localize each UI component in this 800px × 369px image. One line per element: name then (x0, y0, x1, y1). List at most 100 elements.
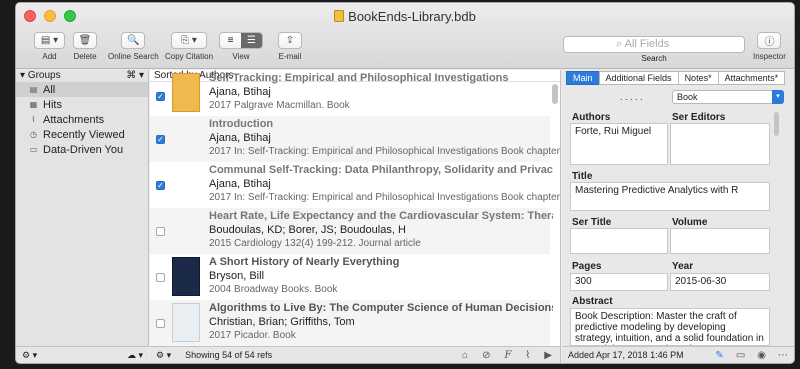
ser-title-field[interactable] (570, 228, 668, 254)
window-title-text: BookEnds-Library.bdb (348, 9, 476, 24)
note-icon[interactable]: ▭ (736, 350, 745, 361)
delete-toolbar-item: 🗑 Delete (73, 32, 97, 61)
format-icon[interactable]: F (504, 350, 511, 361)
search-input[interactable]: ⌕ All Fields (563, 36, 745, 53)
book-cover-thumbnail (172, 303, 200, 342)
sidebar-item-label: All (43, 83, 56, 96)
row-source: 2017 Picador. Book (209, 330, 296, 341)
copy-citation-label: Copy Citation (165, 52, 214, 61)
added-date: Added Apr 17, 2018 1:46 PM (568, 350, 684, 360)
table-row[interactable]: ✓ Introduction Ajana, Btihaj 2017 In: Se… (150, 116, 560, 162)
row-checkbox[interactable] (156, 319, 165, 328)
info-icon: ⓘ (764, 37, 775, 48)
row-checkbox[interactable] (156, 227, 165, 236)
play-icon[interactable]: ▶ (544, 350, 552, 361)
copy-citation-button[interactable]: ⎘ ▾ (171, 32, 208, 49)
book-cover-thumbnail (172, 257, 200, 296)
groups-header[interactable]: ▾ Groups ⌘ ▾ (16, 70, 148, 82)
title-field[interactable]: Mastering Predictive Analytics with R (570, 182, 770, 211)
row-title: Algorithms to Live By: The Computer Scie… (209, 302, 553, 314)
table-row[interactable]: Heart Rate, Life Expectancy and the Card… (150, 208, 553, 254)
app-window: BookEnds-Library.bdb ▤ ▾ Add 🗑 Delete 🔍 … (15, 2, 795, 364)
abstract-field[interactable]: Book Description: Master the craft of pr… (570, 308, 770, 346)
row-authors: Ajana, Btihaj (209, 132, 271, 144)
row-authors: Bryson, Bill (209, 270, 265, 282)
inspector-toolbar-item: ⓘ Inspector (753, 32, 786, 61)
online-search-label: Online Search (108, 52, 159, 61)
email-button[interactable]: ⇪ (278, 32, 302, 49)
table-row[interactable]: ✓ Self-Tracking: Empirical and Philosoph… (150, 70, 550, 116)
delete-button[interactable]: 🗑 (73, 32, 97, 49)
add-icon: ▤ ▾ (40, 35, 59, 46)
list-view-icon[interactable]: ≡ (220, 33, 241, 48)
tab-main[interactable]: Main (566, 71, 600, 85)
pages-field[interactable]: 300 (570, 273, 668, 291)
edit-icon[interactable]: ✎ (715, 350, 723, 361)
row-source: 2004 Broadway Books. Book (209, 284, 338, 295)
sidebar-item-recently-viewed[interactable]: ◷ Recently Viewed (16, 127, 148, 142)
sidebar-item-data-driven-you[interactable]: ▭ Data-Driven You (16, 142, 148, 157)
attachment-icon[interactable]: ⌇ (525, 350, 530, 361)
online-search-toolbar-item: 🔍 Online Search (108, 32, 159, 61)
eye-icon[interactable]: ◉ (757, 350, 766, 361)
table-row[interactable]: ✓ Communal Self-Tracking: Data Philanthr… (150, 162, 560, 208)
abstract-label: Abstract (572, 296, 613, 307)
inspector-button[interactable]: ⓘ (757, 32, 782, 49)
add-label: Add (42, 52, 57, 61)
row-title: Communal Self-Tracking: Data Philanthrop… (209, 164, 553, 176)
table-row[interactable]: A Short History of Nearly Everything Bry… (150, 254, 550, 300)
groups-title: Groups (27, 70, 61, 81)
sidebar-item-label: Hits (43, 98, 62, 111)
document-icon (334, 10, 345, 22)
delete-label: Delete (73, 52, 97, 61)
compass-icon[interactable]: ⊘ (482, 350, 490, 361)
cloud-icon[interactable]: ☁ ▾ (127, 350, 143, 361)
groups-header-label: ▾ Groups (20, 70, 61, 81)
year-field[interactable]: 2015-06-30 (670, 273, 770, 291)
list-icon: ▤ (29, 85, 38, 94)
volume-field[interactable] (670, 228, 770, 254)
sidebar-item-all[interactable]: ▤ All (16, 82, 148, 97)
volume-label: Volume (672, 217, 708, 228)
folder-icon: ▭ (29, 145, 38, 154)
list-scrollbar[interactable] (552, 84, 558, 104)
book-cover-thumbnail (172, 73, 200, 112)
online-search-button[interactable]: 🔍 (121, 32, 146, 49)
gear-icon[interactable]: ⚙ ▾ (22, 350, 37, 361)
table-row[interactable]: Algorithms to Live By: The Computer Scie… (150, 300, 553, 346)
row-authors: Christian, Brian; Griffiths, Tom (209, 316, 355, 328)
row-checkbox[interactable]: ✓ (156, 135, 165, 144)
title-label: Title (572, 171, 593, 182)
ser-editors-field[interactable] (670, 123, 770, 165)
year-label: Year (672, 261, 694, 272)
row-checkbox[interactable] (156, 273, 165, 282)
pages-label: Pages (572, 261, 602, 272)
tab-additional-fields[interactable]: Additional Fields (598, 71, 679, 85)
tag-icon[interactable]: ⌂ (462, 350, 468, 361)
authors-field[interactable]: Forte, Rui Miguel (570, 123, 668, 165)
window-title: BookEnds-Library.bdb (16, 9, 794, 24)
inspector-panel: Main Additional Fields Notes* Attachment… (562, 70, 794, 363)
row-authors: Ajana, Btihaj (209, 86, 271, 98)
reference-type-value: Book (677, 92, 698, 102)
sidebar-item-hits[interactable]: ▦ Hits (16, 97, 148, 112)
view-segmented-control[interactable]: ≡ ☰ (219, 32, 263, 49)
email-toolbar-item: ⇪ E-mail (278, 32, 302, 61)
tab-notes[interactable]: Notes* (677, 71, 719, 85)
gear-icon[interactable]: ⚙ ▾ (156, 350, 171, 361)
tab-attachments[interactable]: Attachments* (717, 71, 786, 85)
list-bottom-bar: ⚙ ▾ Showing 54 of 54 refs ⌂ ⊘ F ⌇ ▶ (150, 346, 560, 363)
sidebar-item-attachments[interactable]: ⌇ Attachments (16, 112, 148, 127)
reference-type-select[interactable]: Book ▾ (672, 90, 784, 104)
row-title: Heart Rate, Life Expectancy and the Card… (209, 210, 553, 222)
sidebar: ▾ Groups ⌘ ▾ ▤ All ▦ Hits ⌇ Attachments ◷ Re… (16, 70, 149, 363)
row-title: Self-Tracking: Empirical and Philosophic… (209, 72, 509, 84)
more-icon[interactable]: ⋯ (778, 350, 788, 361)
row-checkbox[interactable]: ✓ (156, 181, 165, 190)
inspector-label: Inspector (753, 52, 786, 61)
status-text: Showing 54 of 54 refs (185, 350, 273, 360)
inspector-scrollbar[interactable] (774, 112, 779, 136)
add-button[interactable]: ▤ ▾ (34, 32, 65, 49)
row-checkbox[interactable]: ✓ (156, 92, 165, 101)
detail-view-icon[interactable]: ☰ (241, 33, 262, 48)
